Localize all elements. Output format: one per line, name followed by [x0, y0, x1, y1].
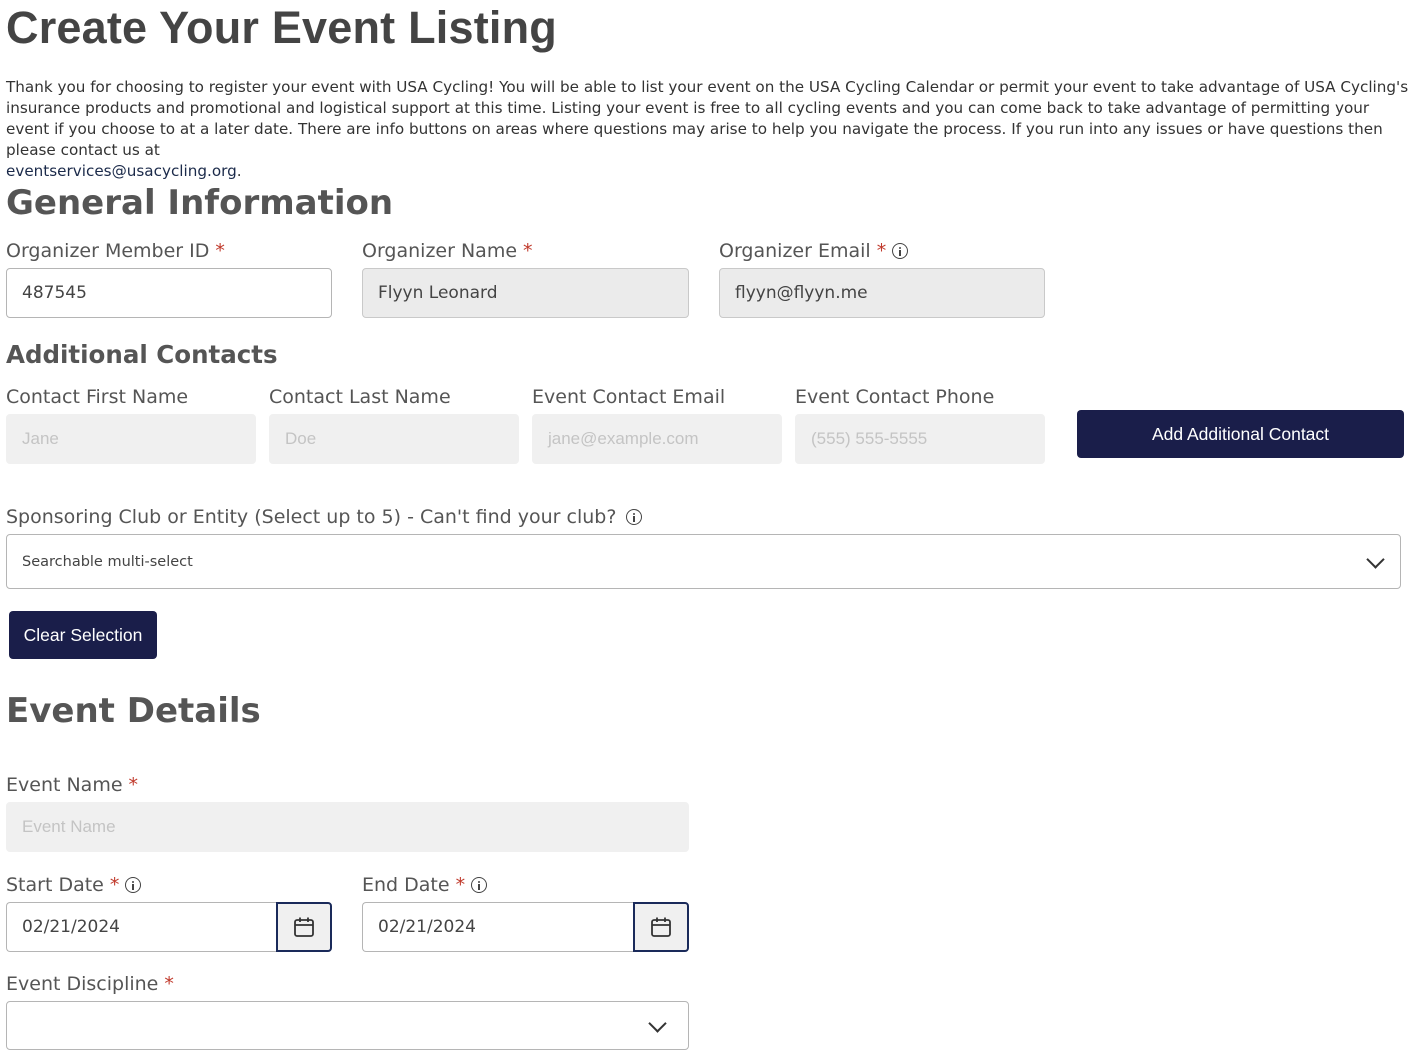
chevron-down-icon [1366, 550, 1385, 569]
calendar-icon [651, 917, 671, 937]
event-name-input[interactable]: Event Name [6, 802, 689, 852]
organizer-name-label: Organizer Name * [362, 240, 533, 262]
contact-first-name-placeholder: Jane [22, 429, 59, 448]
chevron-down-icon [648, 1014, 667, 1033]
event-name-label-text: Event Name [6, 774, 123, 796]
start-date-label: Start Date * [6, 874, 142, 896]
required-mark: * [109, 874, 120, 896]
event-contact-phone-input[interactable]: (555) 555-5555 [795, 414, 1045, 464]
add-additional-contact-button[interactable]: Add Additional Contact [1077, 410, 1404, 458]
organizer-email-input[interactable]: flyyn@flyyn.me [719, 268, 1045, 318]
clear-selection-button[interactable]: Clear Selection [9, 611, 157, 659]
intro-text: Thank you for choosing to register your … [6, 77, 1410, 182]
end-date-input[interactable]: 02/21/2024 [362, 902, 633, 952]
sponsoring-club-placeholder: Searchable multi-select [22, 553, 193, 570]
end-date-label-text: End Date [362, 874, 450, 896]
start-date-input[interactable]: 02/21/2024 [6, 902, 276, 952]
sponsoring-club-label-text: Sponsoring Club or Entity (Select up to … [6, 506, 617, 528]
required-mark: * [164, 973, 174, 995]
event-contact-email-input[interactable]: jane@example.com [532, 414, 782, 464]
event-discipline-label: Event Discipline * [6, 973, 174, 995]
organizer-name-input[interactable]: Flyyn Leonard [362, 268, 689, 318]
end-date-calendar-button[interactable] [633, 902, 689, 952]
organizer-email-label-text: Organizer Email [719, 240, 871, 262]
start-date-calendar-button[interactable] [276, 902, 332, 952]
event-contact-phone-label: Event Contact Phone [795, 386, 995, 408]
calendar-icon [294, 917, 314, 937]
info-icon[interactable] [892, 243, 909, 259]
sponsoring-club-label: Sponsoring Club or Entity (Select up to … [6, 506, 643, 528]
contact-first-name-input[interactable]: Jane [6, 414, 256, 464]
required-mark: * [215, 240, 225, 262]
event-contact-email-label: Event Contact Email [532, 386, 726, 408]
organizer-member-id-input[interactable]: 487545 [6, 268, 332, 318]
organizer-email-value: flyyn@flyyn.me [735, 283, 868, 303]
event-discipline-select[interactable] [6, 1001, 689, 1050]
organizer-member-id-value: 487545 [22, 283, 87, 303]
end-date-value: 02/21/2024 [378, 917, 476, 937]
required-mark: * [128, 774, 139, 796]
info-icon[interactable] [471, 877, 488, 893]
end-date-label: End Date * [362, 874, 488, 896]
event-name-placeholder: Event Name [22, 817, 116, 836]
required-mark: * [876, 240, 887, 262]
page-title: Create Your Event Listing [6, 2, 557, 53]
event-name-label: Event Name * [6, 774, 138, 796]
contact-last-name-input[interactable]: Doe [269, 414, 519, 464]
info-icon[interactable] [125, 877, 142, 893]
required-mark: * [455, 874, 466, 896]
start-date-label-text: Start Date [6, 874, 104, 896]
organizer-member-id-label: Organizer Member ID * [6, 240, 225, 262]
start-date-value: 02/21/2024 [22, 917, 120, 937]
contact-email-link[interactable]: eventservices@usacycling.org [6, 162, 237, 180]
end-date-field: 02/21/2024 [362, 902, 689, 952]
organizer-email-label: Organizer Email * [719, 240, 909, 262]
info-icon[interactable] [626, 509, 643, 525]
event-discipline-label-text: Event Discipline [6, 973, 159, 995]
event-contact-phone-placeholder: (555) 555-5555 [811, 429, 928, 448]
sponsoring-club-select[interactable]: Searchable multi-select [6, 534, 1401, 589]
organizer-member-id-label-text: Organizer Member ID [6, 240, 210, 262]
intro-body: Thank you for choosing to register your … [6, 78, 1409, 159]
contact-last-name-label: Contact Last Name [269, 386, 451, 408]
start-date-field: 02/21/2024 [6, 902, 332, 952]
contact-last-name-placeholder: Doe [285, 429, 317, 448]
event-contact-email-placeholder: jane@example.com [548, 429, 699, 448]
additional-contacts-title: Additional Contacts [6, 340, 278, 369]
intro-end: . [236, 162, 242, 180]
contact-first-name-label: Contact First Name [6, 386, 189, 408]
general-information-title: General Information [6, 183, 394, 223]
organizer-name-value: Flyyn Leonard [378, 283, 498, 303]
event-details-title: Event Details [6, 691, 261, 731]
organizer-name-label-text: Organizer Name [362, 240, 518, 262]
required-mark: * [523, 240, 533, 262]
